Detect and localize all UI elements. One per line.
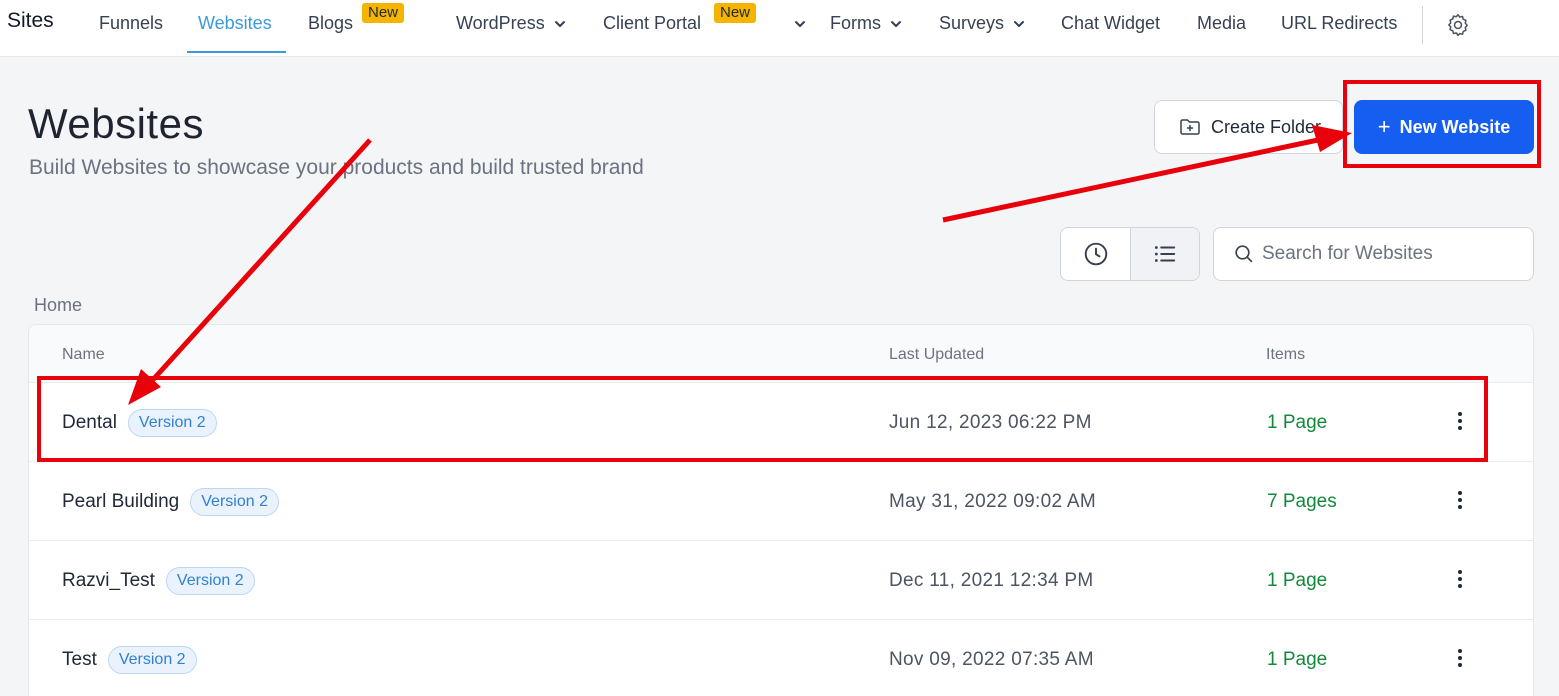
- nav-divider: [1422, 6, 1423, 44]
- chevron-down-icon[interactable]: [793, 17, 807, 31]
- page-title: Websites: [28, 100, 204, 147]
- nav-tab-funnels[interactable]: Funnels: [99, 13, 163, 34]
- create-folder-button[interactable]: Create Folder: [1154, 100, 1343, 154]
- kebab-menu-icon: [1458, 649, 1462, 667]
- version-badge: Version 2: [165, 566, 255, 595]
- clock-icon: [1084, 242, 1107, 266]
- table-row[interactable]: Pearl Building Version 2 May 31, 2022 09…: [29, 462, 1533, 541]
- last-updated: Dec 11, 2021 12:34 PM: [889, 569, 1094, 591]
- last-updated: Jun 12, 2023 06:22 PM: [889, 411, 1092, 433]
- app-brand: Sites: [7, 9, 54, 32]
- page-subtitle: Build Websites to showcase your products…: [29, 156, 644, 179]
- row-menu-button[interactable]: [1447, 566, 1473, 592]
- gear-icon[interactable]: [1445, 12, 1471, 38]
- website-name: Dental: [62, 411, 117, 433]
- view-toggle: [1060, 227, 1200, 281]
- items-count: 1 Page: [1267, 648, 1328, 670]
- nav-tab-url-redirects[interactable]: URL Redirects: [1281, 13, 1397, 34]
- chevron-down-icon: [891, 20, 901, 27]
- search-box: [1213, 227, 1534, 281]
- website-name-cell[interactable]: Pearl Building Version 2: [62, 462, 279, 541]
- website-name: Test: [62, 648, 97, 670]
- nav-tab-label: Forms: [830, 13, 881, 33]
- new-badge-client-portal: New: [714, 3, 757, 23]
- kebab-menu-icon: [1458, 570, 1462, 588]
- websites-table: Name Last Updated Items Dental Version 2…: [28, 324, 1534, 696]
- items-count: 1 Page: [1267, 411, 1328, 433]
- row-menu-button[interactable]: [1447, 645, 1473, 671]
- top-nav: Sites Funnels Websites Blogs New WordPre…: [0, 0, 1559, 57]
- last-updated: Nov 09, 2022 07:35 AM: [889, 648, 1094, 670]
- version-badge: Version 2: [190, 487, 279, 516]
- items-count: 7 Pages: [1267, 490, 1337, 512]
- table-row[interactable]: Test Version 2 Nov 09, 2022 07:35 AM 1 P…: [29, 620, 1533, 696]
- new-website-button[interactable]: + New Website: [1354, 100, 1534, 154]
- chevron-down-icon: [554, 20, 565, 27]
- new-badge-blogs: New: [362, 3, 405, 23]
- create-folder-label: Create Folder: [1211, 116, 1322, 137]
- nav-tab-surveys[interactable]: Surveys: [939, 13, 1026, 34]
- plus-icon: +: [1377, 114, 1391, 139]
- nav-tab-label: Surveys: [939, 13, 1005, 33]
- search-input[interactable]: [1262, 243, 1522, 265]
- new-website-label: New Website: [1399, 116, 1511, 137]
- active-tab-indicator: [187, 51, 286, 53]
- website-name: Razvi_Test: [62, 569, 155, 591]
- nav-tab-blogs[interactable]: Blogs: [308, 13, 353, 34]
- column-header-items: Items: [1266, 346, 1306, 363]
- nav-tab-client-portal[interactable]: Client Portal: [603, 13, 701, 34]
- kebab-menu-icon: [1458, 491, 1462, 509]
- folder-plus-icon: [1180, 119, 1200, 135]
- items-count: 1 Page: [1267, 569, 1328, 591]
- nav-tab-label: WordPress: [456, 13, 545, 33]
- nav-tab-media[interactable]: Media: [1197, 13, 1246, 34]
- breadcrumb[interactable]: Home: [34, 295, 82, 316]
- table-row[interactable]: Razvi_Test Version 2 Dec 11, 2021 12:34 …: [29, 541, 1533, 620]
- chevron-down-icon: [1014, 20, 1025, 27]
- website-name-cell[interactable]: Dental Version 2: [62, 383, 217, 462]
- website-name: Pearl Building: [62, 490, 180, 512]
- kebab-menu-icon: [1458, 412, 1462, 430]
- recent-view-button[interactable]: [1061, 228, 1130, 280]
- nav-tab-websites[interactable]: Websites: [198, 13, 272, 34]
- row-menu-button[interactable]: [1447, 408, 1473, 434]
- list-view-button[interactable]: [1130, 228, 1199, 280]
- column-header-name: Name: [62, 346, 105, 363]
- list-icon: [1154, 246, 1176, 262]
- website-name-cell[interactable]: Test Version 2: [62, 620, 197, 696]
- website-name-cell[interactable]: Razvi_Test Version 2: [62, 541, 255, 620]
- nav-tab-chat-widget[interactable]: Chat Widget: [1061, 13, 1160, 34]
- table-row[interactable]: Dental Version 2 Jun 12, 2023 06:22 PM 1…: [29, 383, 1533, 462]
- version-badge: Version 2: [127, 408, 217, 437]
- nav-tab-wordpress[interactable]: WordPress: [456, 13, 567, 34]
- column-header-last-updated: Last Updated: [889, 346, 985, 363]
- version-badge: Version 2: [107, 645, 197, 674]
- table-header: Name Last Updated Items: [29, 325, 1533, 383]
- last-updated: May 31, 2022 09:02 AM: [889, 490, 1096, 512]
- nav-tab-forms[interactable]: Forms: [830, 13, 903, 34]
- row-menu-button[interactable]: [1447, 487, 1473, 513]
- search-icon: [1235, 245, 1253, 263]
